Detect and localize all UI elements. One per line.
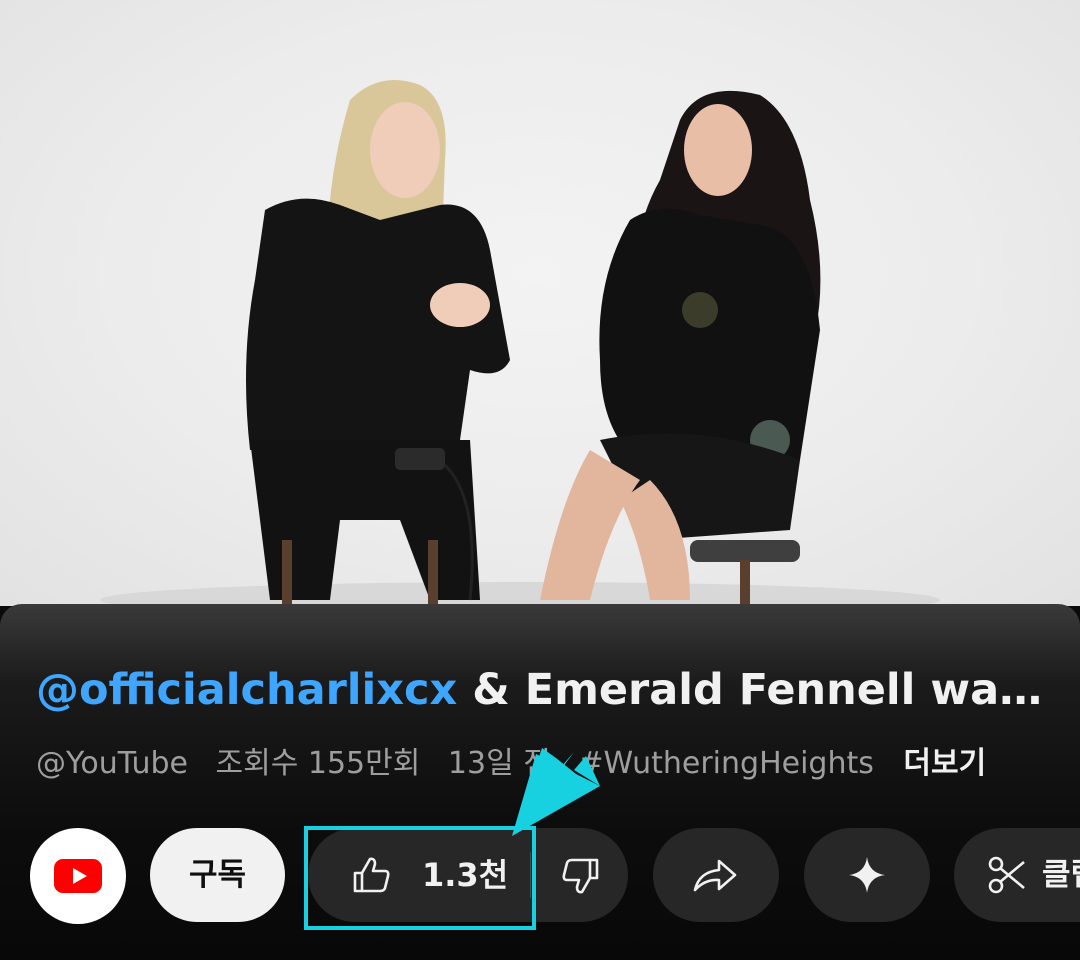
sparkle-icon (849, 857, 885, 893)
title-text: & Emerald Fennell wat... (457, 665, 1046, 715)
channel-handle: @YouTube (36, 746, 188, 781)
title-mention-link[interactable]: @officialcharlixcx (36, 665, 457, 715)
subscribe-button[interactable]: 구독 (150, 828, 285, 922)
view-count: 조회수 155만회 (215, 746, 421, 781)
share-button[interactable] (653, 828, 779, 922)
youtube-logo-icon (54, 859, 102, 893)
upload-age: 13일 전 (447, 746, 551, 781)
scissors-icon (988, 856, 1025, 894)
thumbs-up-icon (353, 857, 390, 893)
channel-avatar[interactable] (30, 828, 126, 924)
like-divider (530, 852, 531, 898)
video-metadata[interactable]: @YouTube 조회수 155만회 13일 전 #WutheringHeigh… (36, 744, 1076, 784)
like-button[interactable]: 1.3천 (308, 828, 528, 922)
like-dislike-group: 1.3천 (308, 828, 628, 922)
video-frame-illustration (100, 80, 940, 606)
dislike-button[interactable] (532, 828, 628, 922)
video-player[interactable] (0, 0, 1080, 606)
clip-button[interactable]: 클립 (954, 828, 1080, 922)
video-info-panel: @officialcharlixcx & Emerald Fennell wat… (0, 604, 1080, 960)
share-arrow-icon (693, 859, 737, 892)
clip-label: 클립 (1042, 857, 1080, 893)
video-title[interactable]: @officialcharlixcx & Emerald Fennell wat… (36, 662, 1046, 718)
screen: @officialcharlixcx & Emerald Fennell wat… (0, 0, 1080, 960)
like-count: 1.3천 (422, 856, 509, 894)
thumbs-down-icon (562, 858, 599, 894)
ask-ai-button[interactable] (804, 828, 930, 922)
hashtag-link[interactable]: #WutheringHeights (578, 746, 874, 781)
more-button[interactable]: 더보기 (903, 746, 986, 781)
